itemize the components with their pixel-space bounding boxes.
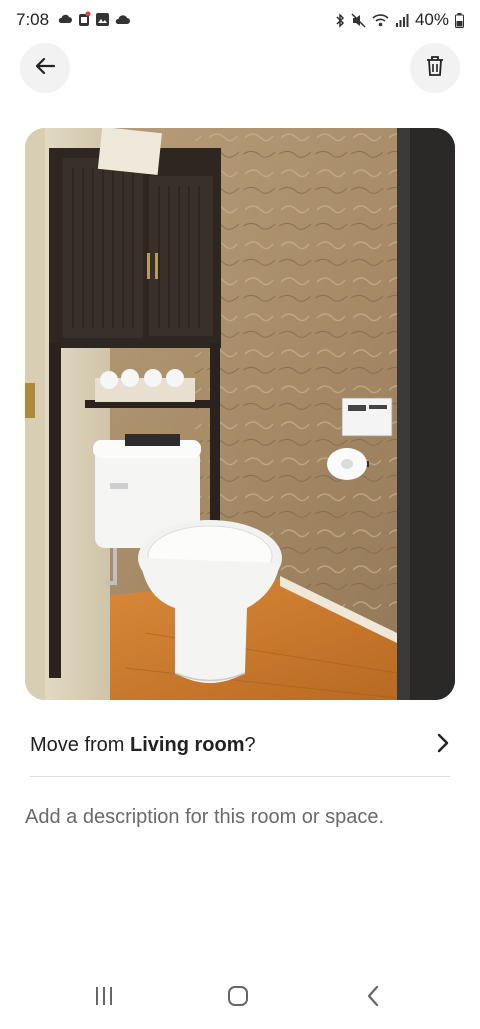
arrow-left-icon xyxy=(34,55,56,82)
gallery-icon xyxy=(95,12,110,27)
move-suffix: ? xyxy=(244,733,256,756)
back-button[interactable] xyxy=(20,43,70,93)
wifi-icon xyxy=(372,13,389,27)
move-prefix: Move from xyxy=(30,733,131,756)
recents-button[interactable] xyxy=(84,983,124,1013)
move-room-row[interactable]: Move from Living room? xyxy=(30,722,450,768)
cloud-icon xyxy=(114,13,131,26)
status-right: 40% xyxy=(335,10,464,30)
notification-badge-icon xyxy=(77,11,91,27)
divider xyxy=(30,776,450,777)
battery-percentage: 40% xyxy=(414,10,449,29)
bluetooth-icon xyxy=(335,12,345,28)
system-nav-bar xyxy=(0,975,480,1021)
home-icon xyxy=(227,985,249,1012)
trash-icon xyxy=(425,55,445,82)
mute-icon xyxy=(351,12,366,28)
cloud-sync-icon xyxy=(57,12,73,26)
battery-icon xyxy=(455,12,464,28)
status-time: 7:08 xyxy=(16,10,50,29)
signal-icon xyxy=(395,13,409,27)
back-icon xyxy=(366,985,380,1012)
status-bar: 7:08 40% xyxy=(0,0,480,40)
system-back-button[interactable] xyxy=(353,983,393,1013)
bathroom-photo[interactable] xyxy=(25,128,455,700)
room-description-input[interactable] xyxy=(25,800,455,834)
current-room-name: Living room xyxy=(130,733,245,756)
move-room-text: Move from Living room? xyxy=(30,734,256,757)
recents-icon xyxy=(93,986,115,1011)
delete-photo-button[interactable] xyxy=(410,43,460,93)
home-button[interactable] xyxy=(218,983,258,1013)
chevron-right-icon xyxy=(436,732,450,759)
status-left-icons xyxy=(57,11,131,27)
